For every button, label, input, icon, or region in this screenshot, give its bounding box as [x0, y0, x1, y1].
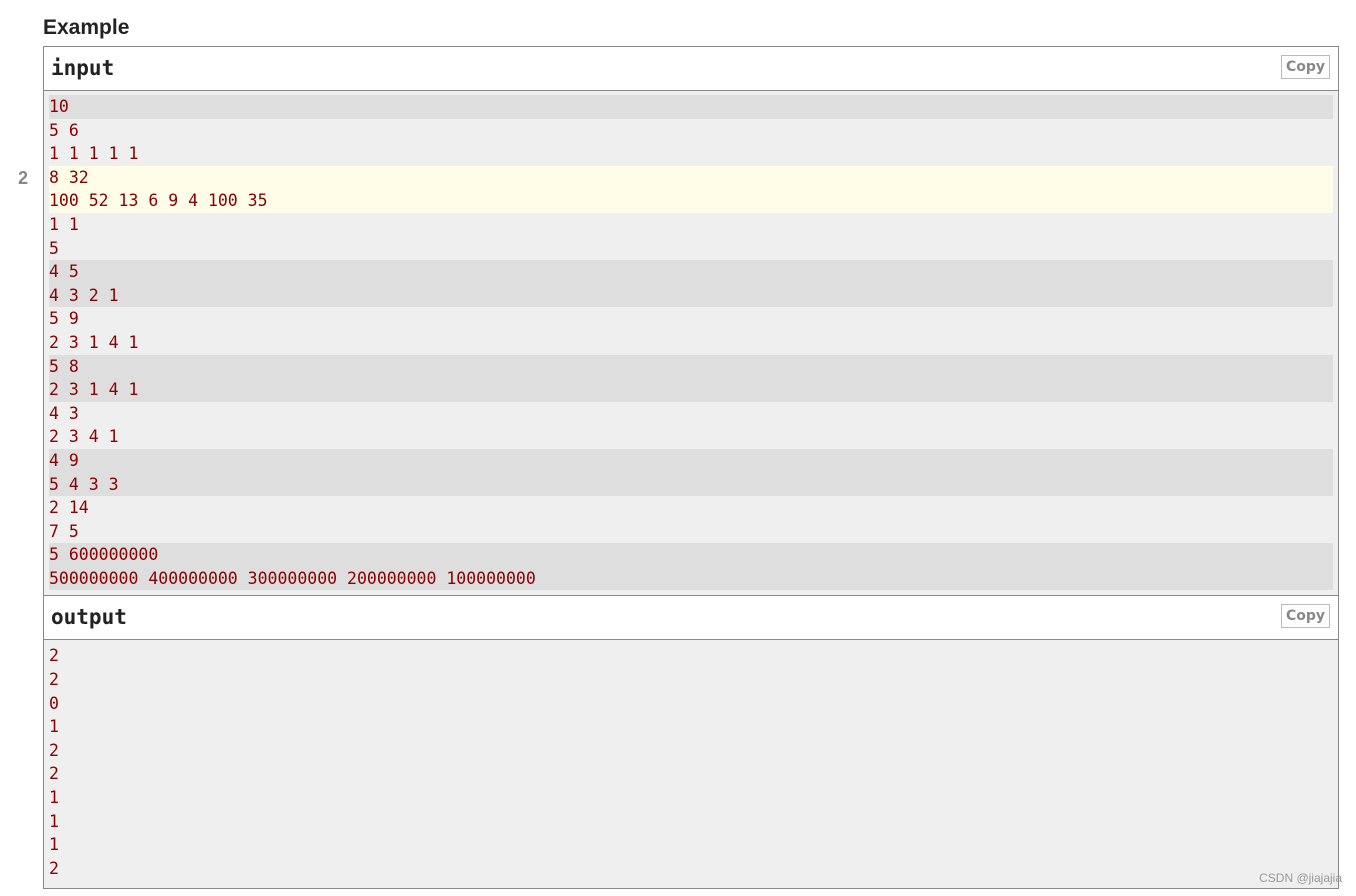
copy-input-button[interactable]: Copy [1280, 55, 1330, 79]
input-line: 2 14 [49, 498, 89, 518]
input-line: 500000000 400000000 300000000 200000000 … [49, 566, 1333, 591]
input-line: 4 9 [49, 448, 1333, 473]
output-line: 1 [49, 835, 59, 855]
input-line: 100 52 13 6 9 4 100 35 [49, 189, 1333, 213]
input-line: 5 8 [49, 354, 1333, 379]
output-content: 2 2 0 1 2 2 1 1 1 2 [44, 640, 1338, 889]
input-line: 5 4 3 3 [49, 472, 1333, 497]
watermark: CSDN @jiajajia [1259, 871, 1342, 885]
input-header: input Copy [44, 47, 1338, 91]
input-line: 5 [49, 238, 59, 258]
input-line: 4 5 [49, 260, 1333, 284]
input-line: 2 3 1 4 1 [49, 332, 139, 352]
input-line: 5 9 [49, 309, 79, 329]
input-line: 7 5 [49, 521, 79, 541]
example-box: input Copy 10 5 61 1 1 1 18 32 100 52 13 6… [43, 46, 1339, 890]
input-label: input [51, 56, 115, 80]
input-line: 10 [49, 95, 1333, 119]
output-header: output Copy [44, 596, 1338, 641]
input-content: 10 5 6 1 1 1 1 18 32 100 52 13 6 9 4 100 35… [44, 91, 1338, 597]
output-line: 1 [49, 717, 59, 737]
input-line: 2 3 1 4 1 [49, 378, 1333, 402]
copy-output-button[interactable]: Copy [1280, 604, 1330, 629]
input-line: 5 6 [49, 120, 79, 140]
output-line: 2 [49, 670, 59, 690]
input-line: 5 600000000 [49, 543, 1333, 567]
input-line: 2 3 4 1 [49, 427, 119, 447]
output-line: 2 [49, 740, 59, 760]
input-line: 4 3 2 1 [49, 283, 1333, 308]
input-line: 1 1 [49, 214, 79, 234]
section-title: Example [43, 16, 130, 39]
output-line: 0 [49, 693, 59, 713]
output-line: 2 [49, 858, 59, 878]
input-line: 4 3 [49, 403, 79, 423]
input-line: 1 1 1 1 1 [49, 144, 139, 164]
test-case-marker: 2 [18, 168, 29, 188]
output-line: 2 [49, 646, 59, 666]
input-line: 8 32 [49, 165, 1333, 190]
output-line: 2 [49, 764, 59, 784]
output-label: output [51, 605, 127, 630]
output-line: 1 [49, 788, 59, 808]
output-line: 1 [49, 811, 59, 831]
